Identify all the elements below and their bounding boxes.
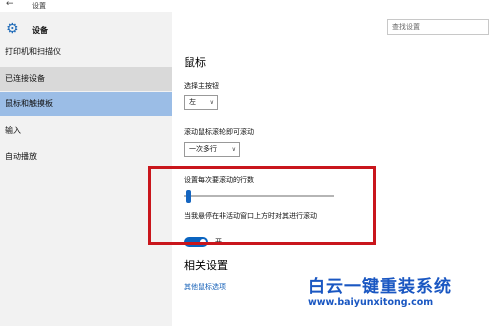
lines-to-scroll-label: 设置每次要滚动的行数 bbox=[184, 176, 254, 184]
other-mouse-options-link[interactable]: 其他鼠标选项 bbox=[184, 282, 226, 292]
primary-button-label: 选择主按钮 bbox=[184, 82, 219, 90]
watermark-logo-text: 白云一键重装系统 bbox=[308, 277, 452, 297]
primary-button-value: 左 bbox=[189, 98, 196, 106]
watermark-url: www.baiyunxitong.com bbox=[308, 297, 434, 308]
sidebar-item-input[interactable]: 输入 bbox=[0, 119, 172, 143]
chevron-down-icon: ∨ bbox=[231, 146, 236, 153]
lines-to-scroll-slider-track[interactable] bbox=[184, 195, 334, 197]
sidebar-item-connected-devices[interactable]: 已连接设备 bbox=[0, 67, 172, 91]
toggle-knob bbox=[200, 239, 206, 245]
sidebar: ⚙ 设备 打印机和扫描仪 已连接设备 鼠标和触摸板 输入 自动播放 bbox=[0, 12, 172, 326]
sidebar-item-printers[interactable]: 打印机和扫描仪 bbox=[0, 40, 172, 64]
scroll-wheel-dropdown[interactable]: 一次多行 ∨ bbox=[184, 142, 240, 157]
lines-to-scroll-slider-thumb[interactable] bbox=[186, 190, 191, 203]
window-title: 设置 bbox=[32, 2, 46, 10]
scroll-wheel-value: 一次多行 bbox=[189, 145, 217, 153]
sidebar-item-mouse-touchpad[interactable]: 鼠标和触摸板 bbox=[0, 92, 172, 116]
section-title-mouse: 鼠标 bbox=[184, 56, 206, 69]
related-settings-title: 相关设置 bbox=[184, 259, 228, 272]
inactive-scroll-label: 当我悬停在非活动窗口上方时对其进行滚动 bbox=[184, 212, 317, 220]
gear-icon: ⚙ bbox=[6, 21, 19, 37]
back-arrow-icon[interactable]: ← bbox=[6, 0, 14, 9]
inactive-scroll-toggle[interactable] bbox=[184, 237, 208, 247]
scroll-wheel-label: 滚动鼠标滚轮即可滚动 bbox=[184, 128, 254, 136]
watermark: 白云一键重装系统 www.baiyunxitong.com bbox=[308, 272, 494, 322]
title-bar: ← 设置 bbox=[0, 0, 496, 12]
sidebar-header-label: 设备 bbox=[32, 26, 48, 35]
inactive-scroll-toggle-state: 开 bbox=[215, 238, 222, 246]
sidebar-item-autoplay[interactable]: 自动播放 bbox=[0, 145, 172, 169]
primary-button-dropdown[interactable]: 左 ∨ bbox=[184, 95, 218, 110]
chevron-down-icon: ∨ bbox=[209, 99, 214, 106]
